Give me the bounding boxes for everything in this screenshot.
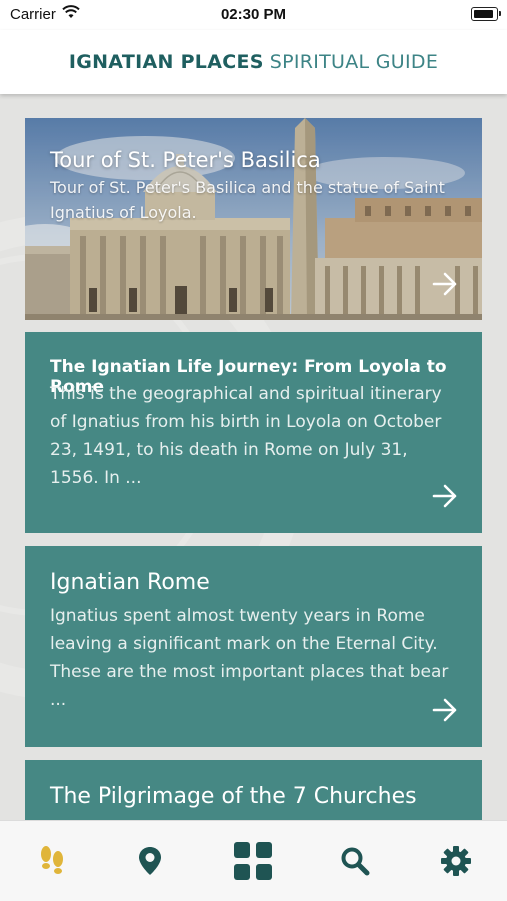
map-pin-icon — [139, 847, 161, 875]
arrow-right-icon[interactable] — [432, 698, 458, 722]
card-list[interactable]: Tour of St. Peter's Basilica Tour of St.… — [0, 94, 507, 820]
card-ignatian-life-journey[interactable]: The Ignatian Life Journey: From Loyola t… — [25, 332, 482, 533]
app-title-strong: IGNATIAN PLACES — [68, 51, 264, 73]
card-st-peters-basilica[interactable]: Tour of St. Peter's Basilica Tour of St.… — [25, 118, 482, 320]
card-title: The Pilgrimage of the 7 Churches — [50, 784, 417, 809]
card-title: Ignatian Rome — [50, 570, 210, 595]
footprints-icon — [41, 846, 63, 874]
card-title: Tour of St. Peter's Basilica — [50, 148, 321, 172]
app-title-light: SPIRITUAL GUIDE — [269, 51, 439, 73]
arrow-right-icon[interactable] — [432, 272, 458, 296]
clock: 02:30 PM — [220, 6, 287, 23]
card-description: Ignatius spent almost twenty years in Ro… — [50, 606, 449, 710]
tab-search[interactable] — [335, 841, 375, 881]
card-description: Tour of St. Peter's Basilica and the sta… — [50, 178, 445, 222]
card-pilgrimage-7-churches[interactable]: The Pilgrimage of the 7 Churches — [25, 760, 482, 820]
status-bar: Carrier 02:30 PM — [0, 0, 507, 30]
grid-icon — [234, 842, 272, 880]
tab-settings[interactable] — [436, 841, 476, 881]
tab-home[interactable] — [233, 841, 273, 881]
app-header: IGNATIAN PLACES SPIRITUAL GUIDE — [0, 30, 507, 94]
gear-icon — [441, 846, 471, 876]
card-ignatian-rome[interactable]: Ignatian Rome Ignatius spent almost twen… — [25, 546, 482, 747]
arrow-right-icon[interactable] — [432, 484, 458, 508]
battery-icon — [471, 7, 501, 21]
tab-itineraries[interactable] — [32, 841, 72, 881]
search-icon — [341, 847, 370, 876]
app-title: IGNATIAN PLACES SPIRITUAL GUIDE — [69, 51, 438, 73]
card-description: This is the geographical and spiritual i… — [50, 384, 442, 488]
tab-bar — [0, 820, 507, 901]
tab-places[interactable] — [130, 841, 170, 881]
